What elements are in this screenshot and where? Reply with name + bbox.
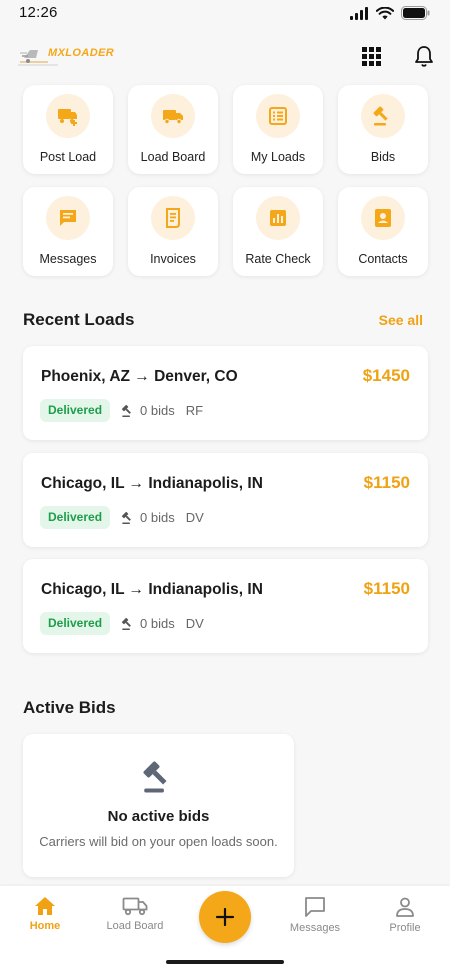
gavel-icon	[121, 404, 135, 418]
tile-icon-circle	[256, 94, 300, 138]
home-icon	[35, 897, 55, 915]
list-icon	[269, 107, 287, 125]
truck-icon	[122, 897, 148, 916]
nav-load-board[interactable]: Load Board	[95, 896, 175, 932]
nav-home[interactable]: Home	[5, 896, 85, 932]
nav-label: Messages	[289, 922, 341, 934]
tile-label: Load Board	[140, 150, 206, 164]
bell-icon	[415, 46, 433, 67]
tile-icon-circle	[151, 196, 195, 240]
load-price: $1150	[363, 579, 410, 598]
tile-label: Messages	[39, 252, 97, 266]
load-price: $1150	[363, 473, 410, 492]
status-bar: 12:26	[0, 0, 450, 28]
app-logo: MXLOADER	[18, 44, 114, 68]
carrier-initials: RF	[185, 403, 204, 418]
active-bids-title: Active Bids	[23, 698, 116, 717]
receipt-icon	[166, 208, 180, 228]
load-card[interactable]: Phoenix, AZ → Denver, CO $1450 Delivered…	[23, 346, 428, 440]
plus-icon	[215, 907, 235, 927]
load-meta: Delivered 0 bids RF	[40, 399, 203, 422]
load-meta: Delivered 0 bids DV	[40, 506, 204, 529]
bid-count: 0 bids	[140, 403, 175, 418]
recent-loads-title: Recent Loads	[23, 310, 135, 329]
nav-label: Home	[29, 920, 61, 932]
quick-action-contacts[interactable]: Contacts	[338, 187, 428, 276]
gavel-icon	[121, 617, 135, 631]
bar-chart-icon	[270, 210, 286, 226]
quick-action-bids[interactable]: Bids	[338, 85, 428, 174]
app-header: MXLOADER	[0, 36, 450, 76]
quick-action-invoices[interactable]: Invoices	[128, 187, 218, 276]
quick-action-my-loads[interactable]: My Loads	[233, 85, 323, 174]
tile-label: Invoices	[150, 252, 196, 266]
see-all-link[interactable]: See all	[379, 312, 423, 328]
status-time: 12:26	[19, 4, 58, 21]
load-meta: Delivered 0 bids DV	[40, 612, 204, 635]
notifications-button[interactable]	[412, 44, 436, 68]
apps-grid-button[interactable]	[359, 44, 383, 68]
tile-icon-circle	[256, 196, 300, 240]
quick-action-load-board[interactable]: Load Board	[128, 85, 218, 174]
cellular-signal-icon	[350, 6, 368, 20]
person-icon	[396, 897, 414, 917]
carrier-initials: DV	[185, 616, 204, 631]
gavel-icon	[373, 106, 388, 126]
quick-action-post-load[interactable]: Post Load	[23, 85, 113, 174]
status-badge: Delivered	[40, 399, 111, 422]
empty-state-subtitle: Carriers will bid on your open loads soo…	[39, 834, 278, 849]
load-card[interactable]: Chicago, IL → Indianapolis, IN $1150 Del…	[23, 453, 428, 547]
quick-action-rate-check[interactable]: Rate Check	[233, 187, 323, 276]
logo-text: MXLOADER	[48, 47, 115, 59]
nav-messages[interactable]: Messages	[275, 896, 355, 934]
apps-grid-icon	[361, 46, 381, 66]
load-card[interactable]: Chicago, IL → Indianapolis, IN $1150 Del…	[23, 559, 428, 653]
message-icon	[60, 210, 76, 226]
quick-actions-grid: Post Load Load Board My Loads Bids Messa…	[23, 85, 428, 276]
nav-label: Profile	[389, 922, 421, 934]
tile-label: Contacts	[358, 252, 408, 266]
truck-icon	[163, 110, 183, 125]
tile-label: Post Load	[39, 150, 97, 164]
tile-icon-circle	[151, 94, 195, 138]
quick-action-messages[interactable]: Messages	[23, 187, 113, 276]
nav-profile[interactable]: Profile	[365, 896, 445, 934]
carrier-initials: DV	[185, 510, 204, 525]
tile-icon-circle	[46, 196, 90, 240]
empty-state-title: No active bids	[107, 808, 210, 825]
chat-icon	[305, 897, 325, 917]
home-indicator[interactable]	[166, 960, 284, 964]
status-badge: Delivered	[40, 612, 111, 635]
tile-label: My Loads	[250, 150, 306, 164]
wifi-icon	[376, 6, 394, 19]
load-route: Chicago, IL → Indianapolis, IN	[41, 581, 263, 598]
tile-label: Bids	[370, 150, 396, 164]
load-route: Chicago, IL → Indianapolis, IN	[41, 475, 263, 492]
truck-plus-icon	[58, 109, 77, 126]
bid-count: 0 bids	[140, 510, 175, 525]
gavel-icon	[143, 761, 167, 793]
load-route: Phoenix, AZ → Denver, CO	[41, 368, 238, 385]
tile-icon-circle	[361, 196, 405, 240]
gavel-icon	[121, 511, 135, 525]
bid-count: 0 bids	[140, 616, 175, 631]
tile-icon-circle	[46, 94, 90, 138]
active-bids-empty-state: No active bids Carriers will bid on your…	[23, 734, 294, 877]
tile-icon-circle	[361, 94, 405, 138]
status-badge: Delivered	[40, 506, 111, 529]
bottom-navigation: Home Load Board Messages Profile	[0, 886, 450, 975]
status-icons	[350, 6, 430, 20]
contacts-icon	[375, 209, 391, 227]
load-price: $1450	[362, 366, 410, 385]
tile-label: Rate Check	[245, 252, 311, 266]
nav-label: Load Board	[106, 920, 164, 932]
battery-icon	[401, 6, 430, 20]
create-fab-button[interactable]	[199, 891, 251, 943]
